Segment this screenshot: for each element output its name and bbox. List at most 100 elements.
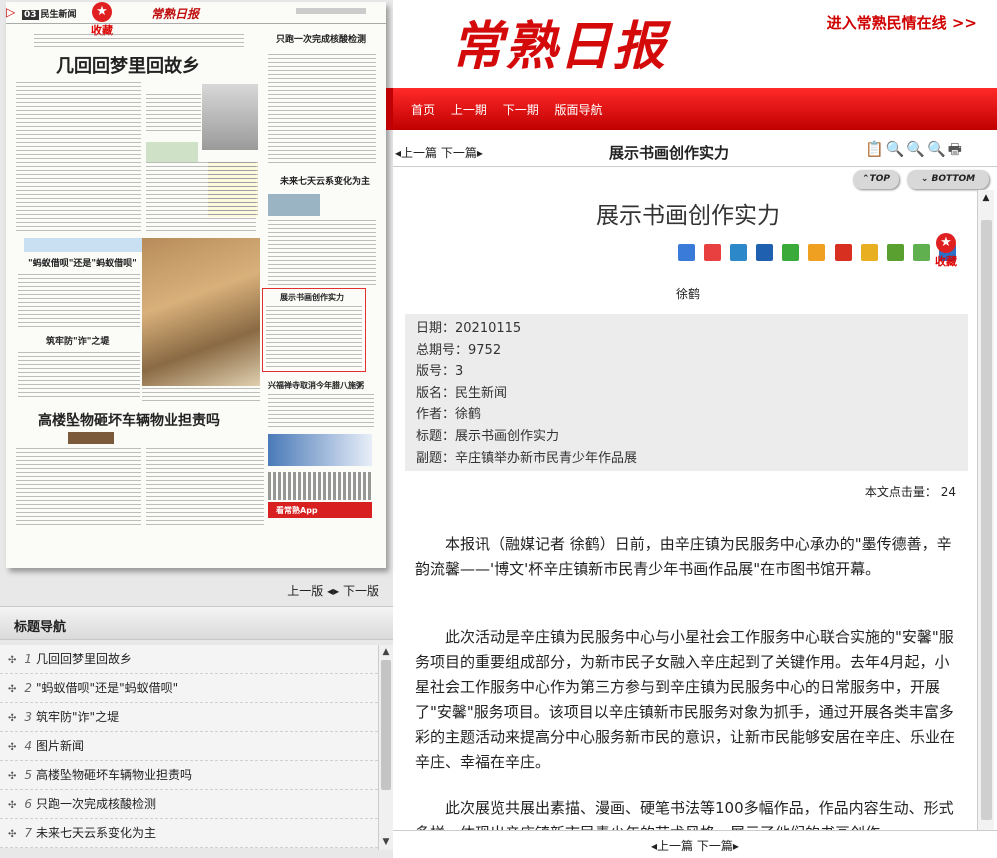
share-wechat-icon[interactable]: [782, 244, 800, 261]
caret-down-icon: ⌄: [920, 174, 929, 184]
bullet-icon: ✣: [8, 713, 17, 724]
text-block: [268, 54, 376, 164]
paper-tag-strip: [68, 432, 114, 444]
share-icons-row: [678, 244, 960, 262]
enter-minqing-link[interactable]: 进入常熟民情在线 >>: [827, 12, 977, 33]
page-pager: 上一版 ◂▸ 下一版: [0, 582, 393, 599]
menu-next-issue[interactable]: 下一期: [503, 103, 539, 117]
bullet-icon: ✣: [8, 800, 17, 811]
menu-page-nav[interactable]: 版面导航: [555, 103, 603, 117]
article-paragraph-3: 此次展览共展出素描、漫画、硬笔书法等100多幅作品，作品内容生动、形式多样，体现…: [415, 799, 954, 830]
text-block: [34, 34, 244, 48]
paper-headline-7[interactable]: 兴福禅寺取消今年腊八施粥: [268, 380, 364, 391]
star-icon: ★: [92, 2, 112, 22]
share-weibo-icon[interactable]: [704, 244, 722, 261]
article-meta-box: 日期：20210115 总期号：9752 版号：3 版名：民生新闻 作者：徐鹤 …: [405, 314, 968, 471]
menu-prev-issue[interactable]: 上一期: [451, 103, 487, 117]
page-marker-icon: ▷: [6, 5, 16, 19]
article-tools-icons[interactable]: 📋🔍🔍🔍🖶: [865, 139, 964, 164]
article-paragraph-2: 此次活动是辛庄镇为民服务中心与小星社会工作服务中心联合实施的"安馨"服务项目的重…: [415, 628, 956, 771]
paper-headline-3[interactable]: 未来七天云系变化为主: [280, 174, 370, 187]
prev-page-link[interactable]: 上一版: [287, 584, 323, 598]
nav-item-3[interactable]: ✣ 3 筑牢防"诈"之堤: [0, 703, 378, 732]
nav-item-7[interactable]: ✣ 7 未来七天云系变化为主: [0, 819, 378, 848]
paper-header: ▷ 03 民生新闻 ★ 收藏 常熟日报: [6, 2, 386, 37]
paper-weather-chart: [268, 194, 320, 216]
bottom-button[interactable]: ⌄ BOTTOM: [907, 170, 989, 189]
next-article-link[interactable]: 下一篇: [441, 146, 477, 160]
share-tieba-icon[interactable]: [808, 244, 826, 261]
meta-total-issue: 总期号：9752: [416, 342, 502, 358]
text-block: [16, 82, 141, 232]
paper-headline-5[interactable]: 筑牢防"诈"之堤: [46, 334, 109, 347]
nav-scrollbar[interactable]: ▲ ▼: [378, 645, 393, 850]
title-navigation-list: ✣ 1 几回回梦里回故乡 ✣ 2 "蚂蚁借呗"还是"蚂蚁借呗" ✣ 3 筑牢防"诈"之堤 ✣…: [0, 645, 378, 848]
paper-headline-4[interactable]: "蚂蚁借呗"还是"蚂蚁借呗": [28, 256, 137, 269]
nav-item-4[interactable]: ✣ 4 图片新闻: [0, 732, 378, 761]
paper-banner-strip: [24, 238, 142, 252]
scroll-up-icon[interactable]: ▲: [379, 645, 393, 660]
share-douban-icon[interactable]: [886, 244, 904, 261]
paper-headline-1[interactable]: 几回回梦里回故乡: [56, 52, 200, 78]
meta-title: 标题：展示书画创作实力: [416, 428, 560, 444]
share-renren-icon[interactable]: [756, 244, 774, 261]
text-block: [18, 352, 140, 398]
chevron-down-icon[interactable]: ▼: [379, 835, 393, 850]
text-block: [146, 448, 264, 528]
article-favorite-button[interactable]: ★ 收藏: [933, 233, 959, 269]
paper-headline-2[interactable]: 只跑一次完成核酸检测: [276, 32, 366, 45]
nav-scroll-thumb[interactable]: [381, 660, 391, 790]
paper-app-label: 看常熟App: [276, 506, 318, 515]
text-block: [16, 448, 141, 528]
bullet-icon: ✣: [8, 829, 17, 840]
paper-mini-logo: 常熟日报: [151, 7, 200, 21]
bottom-next-article-link[interactable]: 下一篇: [697, 839, 733, 853]
nav-item-1[interactable]: ✣ 1 几回回梦里回故乡: [0, 645, 378, 674]
paper-favorite-button[interactable]: ★ 收藏: [88, 2, 116, 38]
meta-page-number: 版号：3: [416, 364, 464, 380]
bottom-article-nav: ◂上一篇 下一篇▸: [393, 830, 997, 858]
share-qzone-icon[interactable]: [730, 244, 748, 261]
paper-headline-6[interactable]: 展示书画创作实力: [280, 292, 344, 303]
bullet-icon: ✣: [8, 742, 17, 753]
article-scroll-thumb[interactable]: [981, 220, 992, 820]
paper-qr-codes: [268, 472, 372, 500]
bullet-icon: ✣: [8, 655, 17, 666]
text-block: [268, 220, 376, 286]
meta-date: 日期：20210115: [416, 321, 522, 336]
nav-item-6[interactable]: ✣ 6 只跑一次完成核酸检测: [0, 790, 378, 819]
paper-portrait-photo: [202, 84, 258, 150]
site-logo[interactable]: 常熟日报: [451, 4, 667, 79]
share-tencent-icon[interactable]: [834, 244, 852, 261]
toolbar-article-title: 展示书画创作实力: [609, 144, 730, 162]
meta-page-name: 版名：民生新闻: [416, 385, 508, 401]
share-star-icon[interactable]: [860, 244, 878, 261]
prev-article-link[interactable]: 上一篇: [401, 146, 437, 160]
nav-item-5[interactable]: ✣ 5 高楼坠物砸坏车辆物业担责吗: [0, 761, 378, 790]
article-content: 展示书画创作实力 ★ 收藏 徐鹤 日期：20210115 总期号：9752 版号…: [393, 190, 983, 830]
bullet-icon: ✣: [8, 684, 17, 695]
triangle-right-icon: ▸: [333, 584, 340, 598]
text-block: [142, 388, 260, 402]
caret-up-icon: ⌃: [862, 174, 870, 184]
newspaper-page-thumbnail[interactable]: ▷ 03 民生新闻 ★ 收藏 常熟日报 几回回梦里回故乡 只跑一次完成核酸检测 未…: [6, 2, 386, 568]
star-icon: ★: [936, 233, 956, 253]
top-button[interactable]: ⌃TOP: [853, 170, 899, 189]
article-scrollbar[interactable]: ▲: [977, 190, 994, 830]
paper-ad-banner: [268, 434, 372, 466]
paper-page-label: 03 民生新闻: [22, 10, 77, 20]
text-block: [146, 94, 201, 134]
bullet-icon: ✣: [8, 771, 17, 782]
text-block: [268, 394, 374, 430]
paper-headline-8[interactable]: 高楼坠物砸坏车辆物业担责吗: [38, 410, 220, 430]
bottom-prev-article-link[interactable]: 上一篇: [657, 839, 693, 853]
masthead: 常熟日报 进入常熟民情在线 >>: [393, 0, 997, 88]
menu-home[interactable]: 首页: [411, 103, 435, 117]
meta-subtitle: 副题：辛庄镇举办新市民青少年作品展: [416, 450, 638, 466]
share-kaixin-icon[interactable]: [912, 244, 930, 261]
triangle-right-icon: ▸: [476, 146, 483, 160]
share-plus-icon[interactable]: [678, 244, 695, 261]
scroll-up-icon[interactable]: ▲: [978, 190, 994, 206]
next-page-link[interactable]: 下一版: [343, 584, 379, 598]
nav-item-2[interactable]: ✣ 2 "蚂蚁借呗"还是"蚂蚁借呗": [0, 674, 378, 703]
